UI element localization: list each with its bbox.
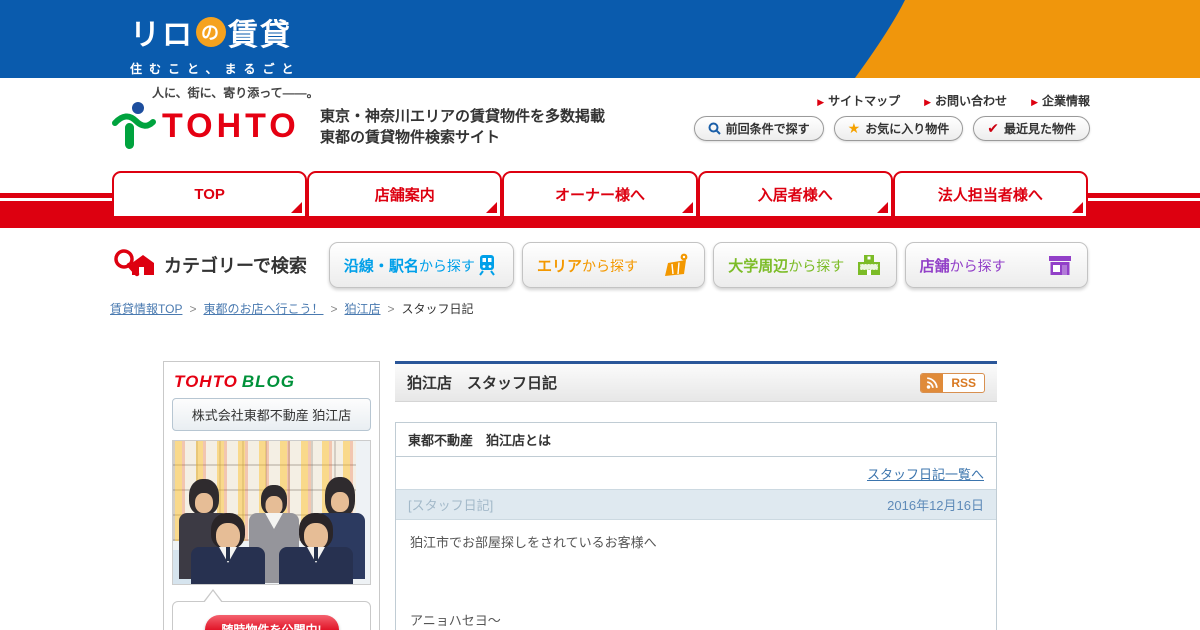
site-description-line1: 東京・神奈川エリアの賃貸物件を多数掲載 bbox=[320, 108, 606, 125]
site-description-line2: 東都の賃貸物件検索サイト bbox=[320, 129, 501, 146]
site-header: 人に、街に、寄り添って——。 TOHTO 東京・神奈川エリアの賃貸物件を多数掲載… bbox=[0, 78, 1200, 168]
reloca-logo[interactable]: リロ の 賃貸 住むこと、まるごと bbox=[130, 10, 301, 77]
breadcrumb-shops-link[interactable]: 東都のお店へ行こう！ bbox=[203, 300, 323, 317]
tohto-logo-text: TOHTO bbox=[162, 106, 300, 145]
staff-person bbox=[315, 477, 365, 579]
search-house-icon bbox=[114, 249, 154, 277]
page-body: TOHTO BLOG 株式会社東都不動産 狛江店 随時物件を公開中! 狛江店 ス… bbox=[163, 361, 1200, 630]
category-buttons: 沿線・駅名から探す エリアから探す 大学周辺から探す 店舗から探す bbox=[328, 242, 1089, 288]
entry-body: 狛江市でお部屋探しをされているお客様へ アニョハセヨ～ 東都不動産 狛江店です。 bbox=[396, 520, 996, 630]
breadcrumb-separator: > bbox=[387, 301, 395, 316]
star-icon: ★ bbox=[847, 120, 861, 136]
page-title: 狛江店 スタッフ日記 bbox=[407, 375, 558, 392]
recently-viewed-button[interactable]: ✔ 最近見た物件 bbox=[973, 116, 1090, 141]
company-info-link[interactable]: ▶ 企業情報 bbox=[1031, 92, 1090, 109]
entry-category-tag: [スタッフ日記] bbox=[408, 498, 494, 513]
diary-list-link-row: スタッフ日記一覧へ bbox=[396, 457, 996, 489]
store-icon bbox=[1049, 256, 1072, 275]
tab-owners[interactable]: オーナー様へ bbox=[502, 171, 698, 218]
tohto-blog-suffix: BLOG bbox=[241, 372, 295, 391]
breadcrumb-current: スタッフ日記 bbox=[401, 302, 474, 316]
blog-sidebar: TOHTO BLOG 株式会社東都不動産 狛江店 随時物件を公開中! bbox=[163, 361, 380, 630]
previous-conditions-button[interactable]: 前回条件で探す bbox=[693, 116, 824, 141]
search-by-area-button[interactable]: エリアから探す bbox=[521, 242, 706, 288]
arrow-icon: ▶ bbox=[924, 97, 932, 107]
main-content: 狛江店 スタッフ日記 RSS 東都不動産 狛江店とは スタッフ日記一覧へ [スタ… bbox=[395, 361, 997, 630]
sitemap-link[interactable]: ▶ サイトマップ bbox=[817, 92, 900, 109]
entry-meta-row: [スタッフ日記] 2016年12月16日 bbox=[396, 489, 996, 520]
breadcrumb-home-link[interactable]: 賃貸情報TOP bbox=[110, 300, 182, 317]
tab-shop-guide[interactable]: 店舗案内 bbox=[307, 171, 503, 218]
main-navigation: TOP 店舗案内 オーナー様へ 入居者様へ 法人担当者様へ bbox=[0, 168, 1200, 228]
nav-tabs: TOP 店舗案内 オーナー様へ 入居者様へ 法人担当者様へ bbox=[112, 171, 1089, 218]
contact-link[interactable]: ▶ お問い合わせ bbox=[924, 92, 1007, 109]
breadcrumb-separator: > bbox=[330, 301, 338, 316]
category-search-section: カテゴリーで検索 沿線・駅名から探す エリアから探す 大学周辺から探す 店舗から… bbox=[112, 242, 1089, 288]
arrow-icon: ▶ bbox=[817, 97, 825, 107]
nav-stripe-left-thin bbox=[0, 193, 112, 198]
rss-label: RSS bbox=[951, 375, 976, 390]
rss-button[interactable]: RSS bbox=[920, 372, 985, 393]
listings-open-ribbon-button[interactable]: 随時物件を公開中! bbox=[204, 615, 339, 630]
orange-diagonal-decoration bbox=[855, 0, 1200, 78]
entry-body-line bbox=[410, 582, 982, 608]
map-icon bbox=[665, 253, 688, 276]
staff-person bbox=[191, 513, 265, 584]
staff-person bbox=[249, 485, 299, 583]
entry-body-line bbox=[410, 556, 982, 582]
staff-person bbox=[279, 513, 353, 584]
section-title: 東都不動産 狛江店とは bbox=[396, 423, 996, 457]
reloca-logo-suffix: 賃貸 bbox=[228, 19, 292, 52]
nav-bottom-bar bbox=[0, 218, 1200, 228]
site-description: 東京・神奈川エリアの賃貸物件を多数掲載 東都の賃貸物件検索サイト bbox=[320, 106, 605, 148]
category-search-label: カテゴリーで検索 bbox=[164, 256, 307, 276]
rss-icon bbox=[921, 373, 944, 392]
favorites-button[interactable]: ★ お気に入り物件 bbox=[833, 116, 964, 141]
tohto-figure-icon bbox=[112, 102, 156, 149]
quick-buttons: 前回条件で探す ★ お気に入り物件 ✔ 最近見た物件 bbox=[693, 116, 1090, 141]
tab-tenants[interactable]: 入居者様へ bbox=[697, 171, 893, 218]
staff-person bbox=[179, 479, 229, 579]
tab-top[interactable]: TOP bbox=[112, 171, 308, 218]
breadcrumb-separator: > bbox=[189, 301, 197, 316]
reloca-logo-no-circle: の bbox=[196, 17, 226, 47]
entry-body-line: 狛江市でお部屋探しをされているお客様へ bbox=[410, 535, 657, 550]
tohto-logo[interactable]: 人に、街に、寄り添って——。 TOHTO bbox=[112, 84, 319, 151]
nav-stripe-right-thick bbox=[1088, 201, 1200, 218]
tohto-blog-brand: TOHTO bbox=[174, 372, 238, 391]
check-icon: ✔ bbox=[987, 120, 999, 136]
search-by-line-station-button[interactable]: 沿線・駅名から探す bbox=[328, 242, 514, 288]
search-icon bbox=[708, 122, 721, 135]
entry-date: 2016年12月16日 bbox=[887, 498, 984, 513]
breadcrumb-komae-link[interactable]: 狛江店 bbox=[345, 300, 381, 317]
search-by-university-button[interactable]: 大学周辺から探す bbox=[713, 242, 897, 288]
nav-stripe-left-thick bbox=[0, 201, 112, 218]
sidebar-speech-bubble: 随時物件を公開中! bbox=[172, 589, 371, 630]
reloca-tagline: 住むこと、まるごと bbox=[130, 62, 301, 76]
search-by-store-button[interactable]: 店舗から探す bbox=[904, 242, 1089, 288]
tab-corporate[interactable]: 法人担当者様へ bbox=[892, 171, 1089, 218]
breadcrumb: 賃貸情報TOP > 東都のお店へ行こう！ > 狛江店 > スタッフ日記 bbox=[110, 300, 1200, 317]
top-brand-bar: リロ の 賃貸 住むこと、まるごと bbox=[0, 0, 1200, 78]
staff-diary-box: 東都不動産 狛江店とは スタッフ日記一覧へ [スタッフ日記] 2016年12月1… bbox=[395, 422, 997, 630]
nav-stripe-right-thin bbox=[1088, 193, 1200, 198]
staff-photo bbox=[172, 440, 371, 585]
reloca-logo-prefix: リロ bbox=[130, 19, 194, 52]
tohto-logo-tagline: 人に、街に、寄り添って——。 bbox=[152, 86, 319, 100]
train-icon bbox=[479, 255, 495, 276]
diary-list-link[interactable]: スタッフ日記一覧へ bbox=[867, 467, 984, 482]
entry-body-line: アニョハセヨ～ bbox=[410, 613, 501, 628]
university-icon bbox=[857, 255, 880, 275]
header-utility-links: ▶ サイトマップ ▶ お問い合わせ ▶ 企業情報 bbox=[817, 92, 1090, 109]
arrow-icon: ▶ bbox=[1031, 97, 1038, 107]
tohto-blog-logo: TOHTO BLOG bbox=[172, 370, 371, 398]
company-store-button[interactable]: 株式会社東都不動産 狛江店 bbox=[172, 398, 371, 431]
content-header-bar: 狛江店 スタッフ日記 RSS bbox=[395, 361, 997, 402]
